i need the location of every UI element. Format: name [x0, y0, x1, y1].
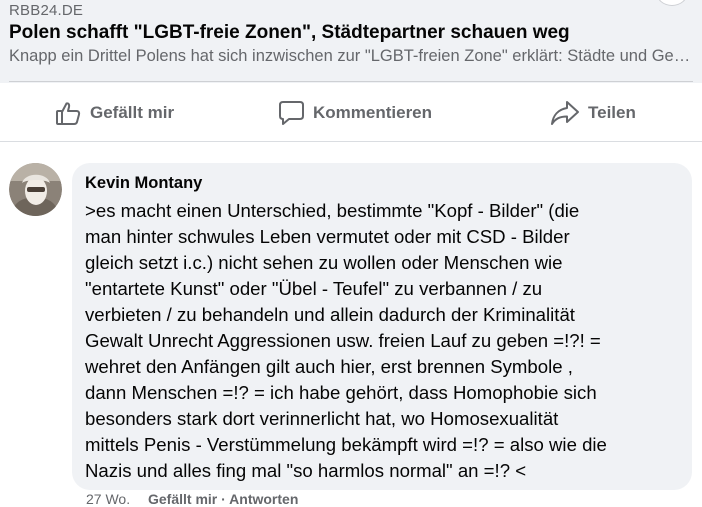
thumbs-up-icon [56, 102, 81, 125]
preview-divider [9, 81, 693, 82]
avatar[interactable] [9, 163, 62, 216]
like-button[interactable]: Gefällt mir [54, 98, 174, 128]
preview-source: RBB24.DE [9, 2, 84, 19]
like-label: Gefällt mir [90, 103, 175, 122]
comment-bubble: Kevin Montany >es macht einen Unterschie… [72, 163, 692, 490]
preview-description: Knapp ein Drittel Polens hat sich inzwis… [9, 47, 693, 65]
comment-button[interactable]: Kommentieren [278, 98, 432, 128]
preview-options-button[interactable] [656, 0, 688, 6]
preview-title[interactable]: Polen schafft "LGBT-freie Zonen", Städte… [9, 22, 570, 44]
share-button[interactable]: Teilen [550, 98, 636, 128]
speech-bubble-icon [279, 101, 304, 125]
link-preview-card[interactable]: RBB24.DE Polen schafft "LGBT-freie Zonen… [0, 0, 702, 83]
profile-photo-icon [9, 163, 62, 216]
comment-time[interactable]: 27 Wo. [86, 491, 130, 507]
share-arrow-icon [551, 101, 579, 125]
comment-meta: 27 Wo. Gefällt mir · Antworten [86, 491, 298, 507]
comment-text: >es macht einen Unterschied, bestimmte "… [85, 200, 607, 481]
post-action-bar: Gefällt mir Kommentieren Teilen [0, 84, 702, 142]
comment-like-reply[interactable]: Gefällt mir · Antworten [148, 491, 298, 507]
share-label: Teilen [588, 103, 636, 122]
comment-label: Kommentieren [313, 103, 433, 122]
comment-author[interactable]: Kevin Montany [85, 174, 202, 193]
